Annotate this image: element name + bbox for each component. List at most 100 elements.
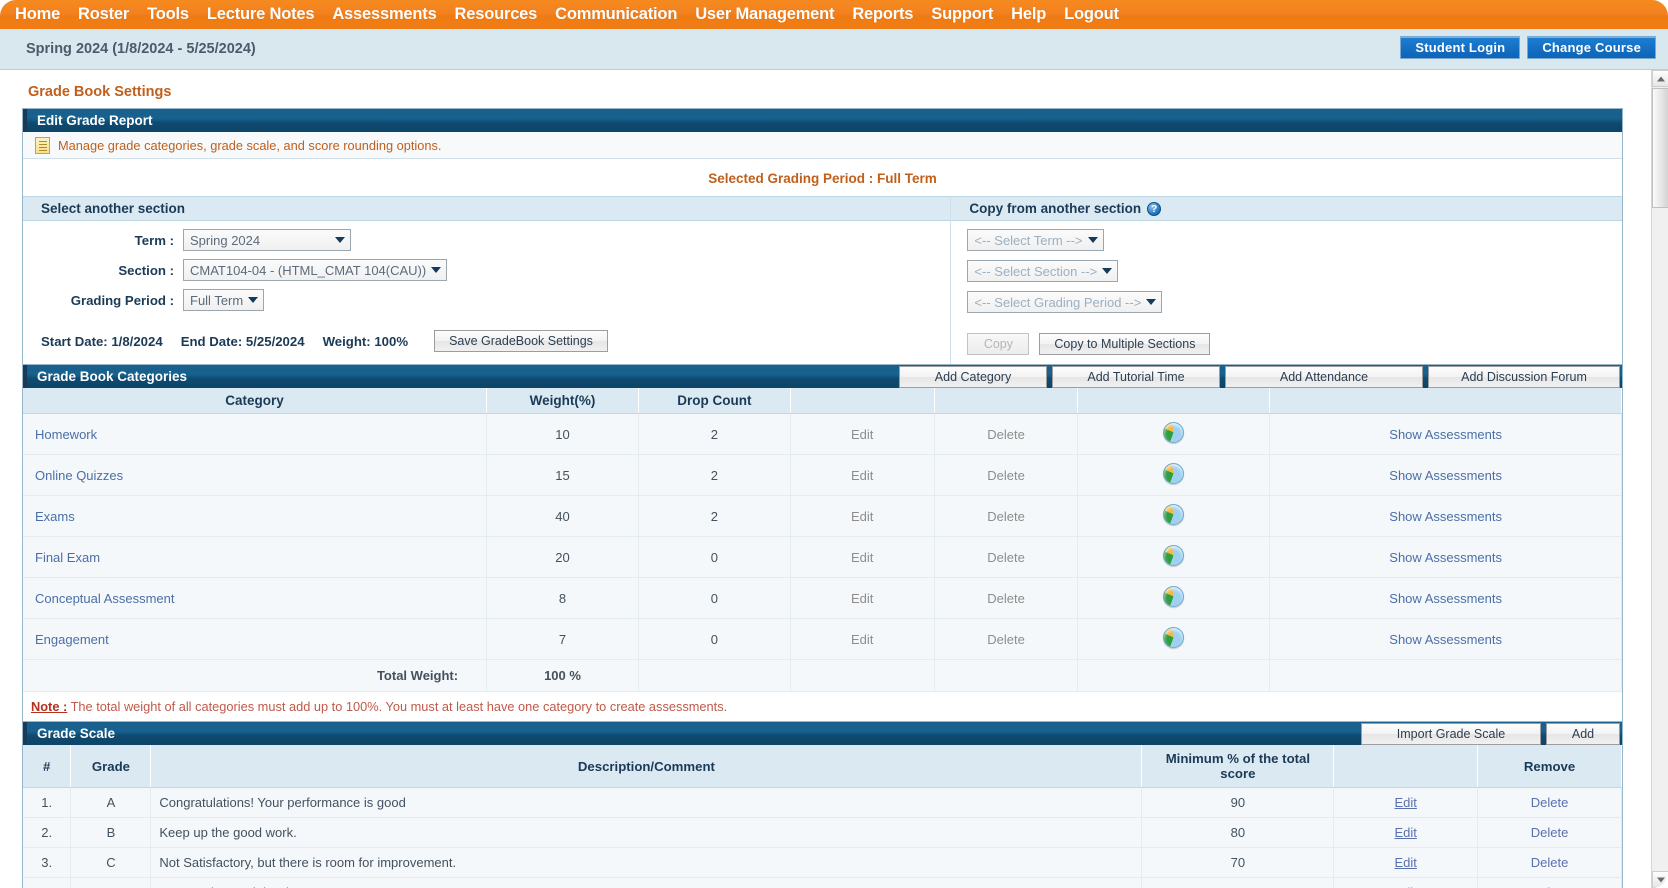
page-title: Grade Book Settings (28, 84, 172, 100)
pie-chart-icon[interactable] (1163, 545, 1185, 566)
copy-grading-period-select[interactable]: <-- Select Grading Period --> (967, 291, 1163, 313)
category-drop-count: 0 (638, 577, 791, 619)
student-login-button[interactable]: Student Login (1400, 36, 1521, 59)
gs-delete-link[interactable]: Delete (1531, 855, 1569, 870)
category-link[interactable]: Exams (35, 509, 75, 524)
delete-link[interactable]: Delete (987, 427, 1025, 442)
nav-item-roster[interactable]: Roster (69, 0, 138, 29)
edit-link[interactable]: Edit (851, 468, 873, 483)
scrollbar-thumb[interactable] (1652, 88, 1668, 208)
category-drop-count: 2 (638, 495, 791, 537)
delete-link[interactable]: Delete (987, 632, 1025, 647)
gs-edit-link[interactable]: Edit (1394, 825, 1416, 840)
gs-edit-link[interactable]: Edit (1394, 795, 1416, 810)
add-category-button[interactable]: Add Category (899, 366, 1047, 388)
nav-item-resources[interactable]: Resources (446, 0, 547, 29)
nav-item-communication[interactable]: Communication (546, 0, 686, 29)
pie-chart-icon[interactable] (1163, 586, 1185, 607)
nav-item-user-management[interactable]: User Management (686, 0, 843, 29)
vertical-scrollbar[interactable] (1651, 70, 1668, 888)
change-course-button[interactable]: Change Course (1527, 36, 1656, 59)
show-assessments-link[interactable]: Show Assessments (1389, 591, 1502, 606)
nav-item-logout[interactable]: Logout (1055, 0, 1128, 29)
gs-delete-link[interactable]: Delete (1531, 825, 1569, 840)
gs-minimum: 90 (1141, 787, 1335, 818)
col-gs-edit (1333, 745, 1479, 788)
table-row: 3. C Not Satisfactory, but there is room… (23, 847, 1622, 878)
edit-link[interactable]: Edit (851, 632, 873, 647)
show-assessments-link[interactable]: Show Assessments (1389, 468, 1502, 483)
pie-chart-icon[interactable] (1163, 463, 1185, 484)
add-discussion-forum-button[interactable]: Add Discussion Forum (1428, 366, 1620, 388)
select-another-section-label: Select another section (41, 201, 186, 216)
gs-delete-link[interactable]: Delete (1531, 795, 1569, 810)
col-number: # (23, 745, 72, 788)
category-link[interactable]: Engagement (35, 632, 109, 647)
gs-grade: B (70, 817, 152, 848)
category-link[interactable]: Homework (35, 427, 97, 442)
add-tutorial-time-button[interactable]: Add Tutorial Time (1052, 366, 1220, 388)
gs-edit-link[interactable]: Edit (1394, 855, 1416, 870)
grade-scale-panel: Grade Scale Import Grade Scale Add # Gra… (22, 722, 1623, 888)
show-assessments-link[interactable]: Show Assessments (1389, 550, 1502, 565)
table-row: 2. B Keep up the good work. 80 Edit Dele… (23, 817, 1622, 848)
col-minimum: Minimum % of the total score (1141, 745, 1335, 788)
grade-scale-table: # Grade Description/Comment Minimum % of… (23, 745, 1622, 888)
nav-item-help[interactable]: Help (1002, 0, 1055, 29)
add-attendance-button[interactable]: Add Attendance (1225, 366, 1423, 388)
col-edit (790, 388, 935, 414)
main-navigation: Home Roster Tools Lecture Notes Assessme… (0, 0, 1668, 29)
gs-grade: D (70, 877, 152, 888)
categories-table: Category Weight(%) Drop Count Homework 1… (23, 388, 1622, 692)
copy-term-select[interactable]: <-- Select Term --> (967, 229, 1104, 251)
term-row: Term : Spring 2024 (23, 229, 950, 251)
add-grade-scale-button[interactable]: Add (1546, 723, 1620, 745)
nav-item-lecture-notes[interactable]: Lecture Notes (198, 0, 323, 29)
col-drop-count: Drop Count (638, 388, 791, 414)
edit-link[interactable]: Edit (851, 427, 873, 442)
pie-chart-icon[interactable] (1163, 627, 1185, 648)
pie-chart-icon[interactable] (1163, 504, 1185, 525)
import-grade-scale-button[interactable]: Import Grade Scale (1361, 723, 1541, 745)
section-select[interactable]: CMAT104-04 - (HTML_CMAT 104(CAU)) (183, 259, 448, 281)
pie-chart-icon[interactable] (1163, 422, 1185, 443)
edit-link[interactable]: Edit (851, 550, 873, 565)
category-link[interactable]: Online Quizzes (35, 468, 123, 483)
nav-item-home[interactable]: Home (6, 0, 69, 29)
grade-scale-header: Grade Scale Import Grade Scale Add (23, 722, 1622, 745)
col-description: Description/Comment (150, 745, 1143, 788)
scroll-up-button[interactable] (1652, 70, 1668, 87)
term-select[interactable]: Spring 2024 (183, 229, 351, 251)
show-assessments-link[interactable]: Show Assessments (1389, 427, 1502, 442)
show-assessments-link[interactable]: Show Assessments (1389, 509, 1502, 524)
copy-button[interactable]: Copy (967, 333, 1030, 355)
chevron-down-icon (1102, 268, 1113, 274)
delete-link[interactable]: Delete (987, 591, 1025, 606)
save-gradebook-settings-button[interactable]: Save GradeBook Settings (434, 330, 608, 352)
copy-to-multiple-sections-button[interactable]: Copy to Multiple Sections (1039, 333, 1211, 355)
note-prefix: Note : (31, 699, 68, 714)
show-assessments-link[interactable]: Show Assessments (1389, 632, 1502, 647)
category-link[interactable]: Conceptual Assessment (35, 591, 174, 606)
help-icon[interactable]: ? (1147, 201, 1162, 216)
grade-book-categories-header: Grade Book Categories Add Category Add T… (23, 365, 1622, 388)
scroll-down-button[interactable] (1652, 871, 1668, 888)
grading-period-select[interactable]: Full Term (183, 289, 265, 311)
nav-item-tools[interactable]: Tools (138, 0, 198, 29)
edit-link[interactable]: Edit (851, 509, 873, 524)
term-bar: Spring 2024 (1/8/2024 - 5/25/2024) Stude… (0, 29, 1668, 70)
nav-item-reports[interactable]: Reports (843, 0, 922, 29)
grade-scale-header-buttons: Import Grade Scale Add (1361, 723, 1620, 745)
right-form-rows: <-- Select Term --> <-- Select Section -… (951, 221, 1622, 328)
categories-header-row: Category Weight(%) Drop Count (23, 388, 1622, 414)
edit-link[interactable]: Edit (851, 591, 873, 606)
copy-section-select[interactable]: <-- Select Section --> (967, 260, 1119, 282)
category-weight: 15 (486, 454, 639, 496)
nav-item-support[interactable]: Support (922, 0, 1002, 29)
category-link[interactable]: Final Exam (35, 550, 100, 565)
delete-link[interactable]: Delete (987, 468, 1025, 483)
delete-link[interactable]: Delete (987, 509, 1025, 524)
section-label: Section : (118, 262, 174, 278)
delete-link[interactable]: Delete (987, 550, 1025, 565)
nav-item-assessments[interactable]: Assessments (323, 0, 445, 29)
